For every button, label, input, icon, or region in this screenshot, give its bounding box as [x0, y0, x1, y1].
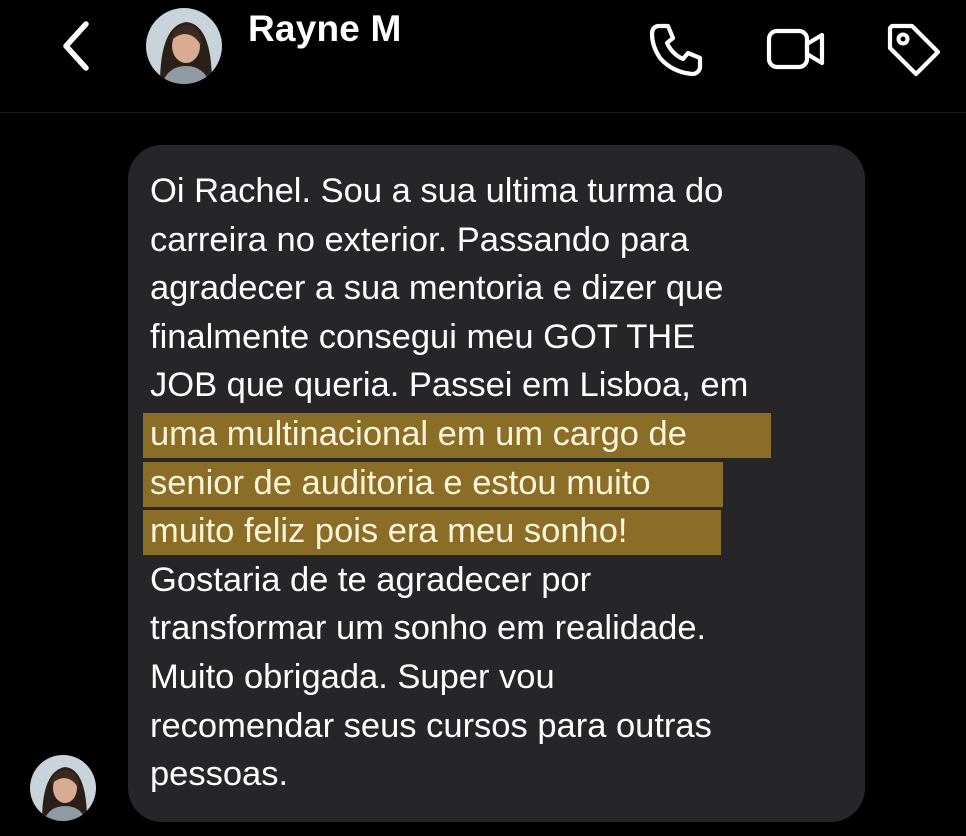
avatar-photo — [146, 8, 222, 84]
message-line: carreira no exterior. Passando para — [150, 220, 689, 259]
highlighted-line: muito feliz pois era meu sonho! — [143, 507, 845, 556]
message-line: agradecer a sua mentoria e dizer que — [150, 269, 724, 308]
phone-icon — [649, 23, 703, 77]
tag-icon — [887, 23, 941, 77]
message-line: recomendar seus cursos para outras — [150, 706, 712, 745]
highlighted-text: muito feliz pois era meu sonho! — [150, 512, 628, 551]
video-call-button[interactable] — [765, 18, 827, 80]
call-button[interactable] — [646, 18, 708, 80]
contact-avatar[interactable] — [146, 8, 222, 84]
message-line: transformar um sonho em realidade. — [150, 609, 707, 648]
message-line: Muito obrigada. Super vou — [150, 657, 555, 696]
message-line: Oi Rachel. Sou a sua ultima turma do — [150, 172, 724, 210]
avatar-photo — [30, 755, 96, 821]
back-button[interactable] — [50, 18, 106, 74]
highlighted-line: senior de auditoria e estou muito — [143, 459, 845, 508]
video-camera-icon — [766, 28, 825, 70]
message-line: finalmente consegui meu GOT THE — [150, 317, 696, 356]
contact-name[interactable]: Rayne M — [248, 6, 402, 52]
highlighted-text: senior de auditoria e estou muito — [150, 463, 651, 502]
message-line: JOB que queria. Passei em Lisboa, em — [150, 366, 749, 405]
tag-button[interactable] — [882, 18, 944, 80]
chat-header: Rayne M — [0, 0, 966, 112]
sender-avatar[interactable] — [30, 755, 96, 821]
chevron-left-icon — [63, 21, 89, 71]
highlighted-text: uma multinacional em um cargo de — [150, 414, 687, 453]
message-line: Gostaria de te agradecer por — [150, 560, 592, 599]
message-line: pessoas. — [150, 755, 289, 794]
highlighted-line: uma multinacional em um cargo de — [143, 410, 845, 459]
message-bubble[interactable]: Oi Rachel. Sou a sua ultima turma do car… — [128, 145, 865, 822]
header-divider — [0, 112, 966, 113]
